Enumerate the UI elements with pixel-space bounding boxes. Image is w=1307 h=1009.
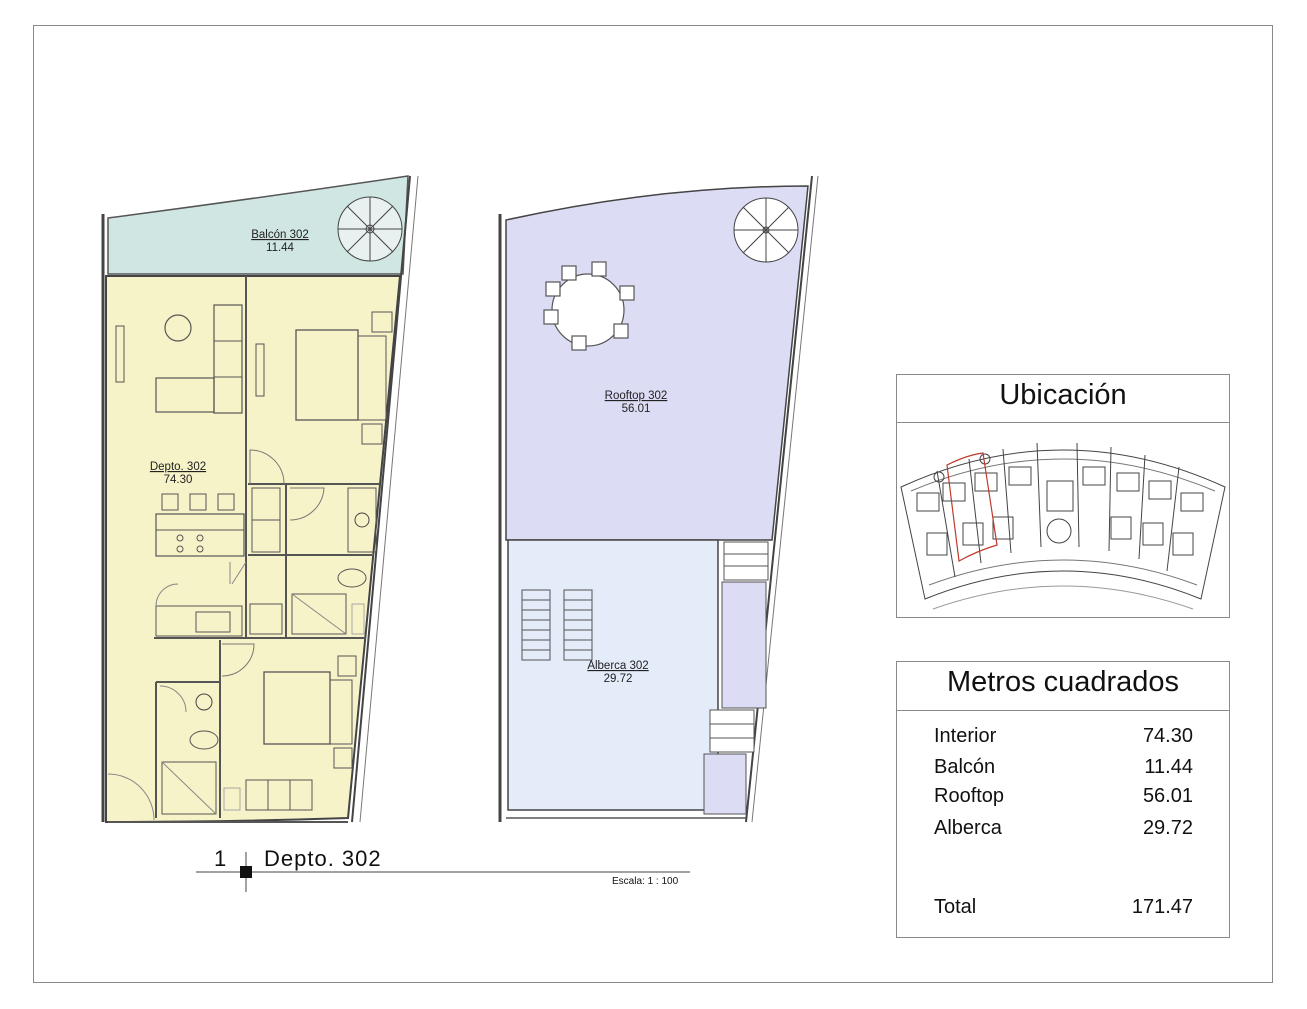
- interior-area: [105, 275, 402, 824]
- view-name: Depto. 302: [264, 846, 382, 871]
- area-summary-divider: [897, 710, 1229, 711]
- location-title: Ubicación: [999, 379, 1127, 411]
- area-row-value: 74.30: [1142, 725, 1193, 747]
- location-key-plan: [900, 442, 1226, 610]
- area-row-label: Alberca: [934, 817, 1002, 839]
- location-panel: Ubicación: [896, 374, 1230, 618]
- area-row-interior: Interior 74.30: [934, 725, 1193, 751]
- area-total-label: Total: [934, 896, 977, 918]
- alberca-area-label: 29.72: [604, 673, 633, 685]
- rooftop-area-label: 56.01: [622, 403, 651, 415]
- area-row-rooftop: Rooftop 56.01: [934, 785, 1193, 811]
- area-row-value: 11.44: [1144, 756, 1193, 778]
- area-summary-title: Metros cuadrados: [946, 666, 1180, 698]
- spiral-stair-rooftop: [733, 197, 799, 263]
- area-row-value: 56.01: [1142, 785, 1193, 807]
- area-row-balcon: Balcón 11.44: [934, 756, 1193, 782]
- rooftop-plan: [498, 175, 819, 823]
- area-row-value: 29.72: [1142, 817, 1193, 839]
- view-number: 1: [214, 846, 227, 871]
- balcony-name-label: Balcón 302: [251, 229, 309, 241]
- depto-name-label: Depto. 302: [150, 461, 206, 473]
- area-row-alberca: Alberca 29.72: [934, 817, 1193, 843]
- area-row-label: Rooftop: [934, 785, 1005, 807]
- alberca-name-label: Alberca 302: [587, 660, 648, 672]
- spiral-stair-balcony: [337, 196, 403, 262]
- area-total-value: 171.47: [1131, 896, 1193, 918]
- apartment-plan: [101, 175, 419, 824]
- area-row-label: Interior: [934, 725, 997, 747]
- area-row-total: Total 171.47: [934, 896, 1193, 922]
- area-row-label: Balcón: [934, 756, 996, 778]
- depto-area-label: 74.30: [164, 474, 193, 486]
- balcony-area-label: 11.44: [266, 242, 295, 254]
- floor-plan-sheet: Balcón 302 11.44 Depto. 302 74.30 Roofto…: [0, 0, 1307, 1009]
- area-summary-panel: Metros cuadrados Interior 74.30 Balcón 1…: [896, 661, 1230, 938]
- rooftop-name-label: Rooftop 302: [605, 390, 668, 402]
- view-scale: Escala: 1 : 100: [612, 876, 679, 887]
